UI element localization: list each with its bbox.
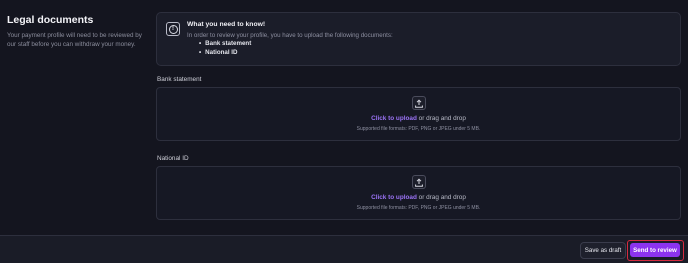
upload-icon[interactable] (412, 175, 426, 189)
bank-statement-label: Bank statement (157, 76, 202, 83)
upload-instruction: Click to upload or drag and drop (157, 115, 680, 122)
send-to-review-button[interactable]: Send to review (630, 243, 680, 257)
click-to-upload-link[interactable]: Click to upload (371, 115, 417, 122)
section-header: Legal documents Your payment profile wil… (7, 14, 147, 49)
required-document-item: Bank statement (199, 40, 251, 49)
upload-icon[interactable] (412, 96, 426, 110)
required-document-item: National ID (199, 49, 251, 58)
bank-statement-dropzone[interactable]: Click to upload or drag and drop Support… (156, 87, 681, 141)
send-to-review-highlight: Send to review (627, 240, 684, 261)
save-as-draft-button[interactable]: Save as draft (580, 242, 626, 259)
form-footer: Save as draft Send to review (0, 235, 688, 263)
click-to-upload-link[interactable]: Click to upload (371, 194, 417, 201)
drag-drop-text: or drag and drop (416, 115, 466, 122)
national-id-dropzone[interactable]: Click to upload or drag and drop Support… (156, 166, 681, 220)
upload-format-hint: Supported file formats: PDF, PNG or JPEG… (356, 126, 481, 132)
notice-text: In order to review your profile, you hav… (187, 32, 393, 39)
drag-drop-text: or drag and drop (416, 194, 466, 201)
upload-instruction: Click to upload or drag and drop (157, 194, 680, 201)
info-icon: ! (166, 22, 180, 36)
legal-documents-page: Legal documents Your payment profile wil… (0, 0, 688, 263)
required-documents-list: Bank statement National ID (199, 40, 251, 57)
upload-format-hint: Supported file formats: PDF, PNG or JPEG… (356, 205, 481, 211)
info-notice: ! What you need to know! In order to rev… (156, 12, 681, 66)
national-id-label: National ID (157, 155, 189, 162)
section-title: Legal documents (7, 14, 94, 26)
notice-title: What you need to know! (187, 21, 266, 28)
section-description: Your payment profile will need to be rev… (7, 32, 142, 48)
